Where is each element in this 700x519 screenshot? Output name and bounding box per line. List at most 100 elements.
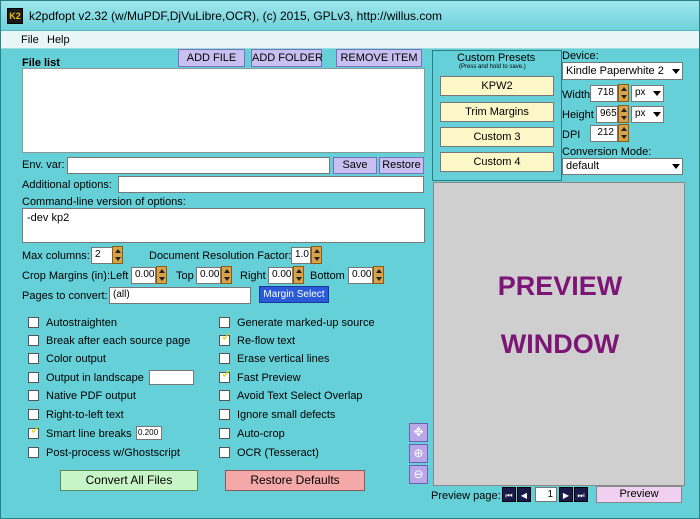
checkbox-box[interactable] (219, 409, 230, 420)
preset-custom4-button[interactable]: Custom 4 (440, 152, 554, 172)
checkbox-label: Break after each source page (46, 335, 191, 347)
conversion-mode-select[interactable]: default (562, 158, 683, 175)
preset-trim-margins-button[interactable]: Trim Margins (440, 102, 554, 122)
additional-options-input[interactable] (118, 176, 424, 193)
checkbox-label: Post-process w/Ghostscript (46, 447, 180, 459)
add-file-button[interactable]: ADD FILE (178, 49, 245, 67)
restore-defaults-button[interactable]: Restore Defaults (225, 470, 365, 491)
zoom-out-icon[interactable]: ⊖ (409, 465, 428, 484)
app-icon: K2 (7, 8, 23, 24)
checkbox-box[interactable] (28, 317, 39, 328)
window-title: k2pdfopt v2.32 (w/MuPDF,DjVuLibre,OCR), … (29, 9, 443, 23)
checkbox-box[interactable] (219, 428, 230, 439)
crop-bottom-label: Bottom (310, 270, 345, 282)
width-label: Width (562, 89, 591, 101)
crop-right-spinner[interactable] (293, 266, 304, 284)
height-unit-select[interactable]: px (631, 106, 664, 123)
checkbox-box[interactable] (28, 353, 39, 364)
checkbox-box[interactable] (28, 372, 39, 383)
checkbox-box[interactable] (219, 447, 230, 458)
preview-page-input[interactable]: 1 (535, 487, 557, 502)
device-select[interactable]: Kindle Paperwhite 2 (562, 62, 683, 80)
crop-right-input[interactable]: 0.00 (268, 267, 293, 284)
preview-page-label: Preview page: (431, 490, 501, 502)
chevron-down-icon (672, 69, 680, 74)
height-input[interactable]: 965 (596, 106, 618, 123)
width-input[interactable]: 718 (590, 85, 618, 102)
width-unit-value: px (635, 87, 646, 98)
cmdline-label: Command-line version of options: (22, 196, 186, 208)
checkbox-box[interactable] (219, 317, 230, 328)
crop-bottom-input[interactable]: 0.00 (348, 267, 373, 284)
crop-bottom-spinner[interactable] (373, 266, 384, 284)
checkbox-box[interactable]: ✓ (28, 423, 41, 439)
checkbox-label: Fast Preview (237, 372, 301, 384)
preview-window[interactable]: PREVIEW WINDOW (433, 182, 685, 486)
first-page-icon[interactable]: ⏮ (502, 487, 516, 502)
presets-title: Custom Presets (457, 52, 536, 64)
device-label: Device: (562, 50, 599, 62)
checkbox-label: Output in landscape (46, 372, 144, 384)
crop-left-spinner[interactable] (156, 266, 167, 284)
cmdline-box[interactable]: -dev kp2 (22, 208, 425, 243)
add-folder-button[interactable]: ADD FOLDER (251, 49, 323, 67)
fit-zoom-icon[interactable]: ✥ (409, 423, 428, 442)
margin-select-button[interactable]: Margin Select (259, 286, 329, 303)
dpi-input[interactable]: 212 (590, 125, 618, 142)
checkbox-box[interactable]: ✓ (219, 367, 232, 383)
checkbox-label: Ignore small defects (237, 409, 336, 421)
device-value: Kindle Paperwhite 2 (566, 65, 664, 77)
checkbox-box[interactable] (28, 390, 39, 401)
smart-line-breaks-value[interactable]: 0.200 (136, 426, 162, 440)
checkbox-label: OCR (Tesseract) (237, 447, 319, 459)
checkbox-box[interactable] (28, 335, 39, 346)
chevron-down-icon (672, 164, 680, 169)
doc-res-input[interactable]: 1.0 (291, 247, 311, 264)
checkbox-box[interactable] (219, 353, 230, 364)
checkbox-box[interactable] (28, 409, 39, 420)
checkbox-label: Generate marked-up source (237, 317, 375, 329)
doc-res-spinner[interactable] (311, 246, 322, 264)
preview-text-line2: WINDOW (500, 329, 620, 359)
restore-button[interactable]: Restore (379, 157, 424, 174)
preset-kpw2-button[interactable]: KPW2 (440, 76, 554, 96)
dpi-spinner[interactable] (618, 124, 629, 142)
width-spinner[interactable] (618, 84, 629, 102)
prev-page-icon[interactable]: ◀ (517, 487, 531, 502)
pages-label: Pages to convert: (22, 290, 108, 302)
max-columns-spinner[interactable] (112, 246, 123, 264)
landscape-pages-input[interactable] (149, 370, 194, 385)
crop-left-input[interactable]: 0.00 (131, 267, 156, 284)
save-button[interactable]: Save (333, 157, 377, 174)
next-page-icon[interactable]: ▶ (559, 487, 573, 502)
additional-options-label: Additional options: (22, 179, 112, 191)
checkbox-box[interactable] (28, 447, 39, 458)
max-columns-label: Max columns: (22, 250, 90, 262)
preview-button[interactable]: Preview (596, 486, 682, 503)
env-var-input[interactable] (67, 157, 330, 174)
menu-file[interactable]: File (21, 34, 39, 46)
checkbox-box[interactable] (219, 390, 230, 401)
max-columns-input[interactable]: 2 (91, 247, 113, 264)
file-list-box[interactable] (22, 68, 425, 153)
height-spinner[interactable] (618, 105, 629, 123)
env-var-label: Env. var: (22, 159, 65, 171)
remove-item-button[interactable]: REMOVE ITEM (336, 49, 422, 67)
checkbox-label: Erase vertical lines (237, 353, 330, 365)
convert-all-button[interactable]: Convert All Files (60, 470, 198, 491)
width-unit-select[interactable]: px (631, 85, 664, 102)
menu-help[interactable]: Help (47, 34, 70, 46)
custom-presets-panel: Custom Presets (Press and hold to save.)… (432, 50, 562, 181)
menu-bar: File Help (1, 31, 699, 49)
checkbox-label: Color output (46, 353, 106, 365)
checkbox-label: Autostraighten (46, 317, 117, 329)
last-page-icon[interactable]: ⏭ (574, 487, 588, 502)
crop-top-spinner[interactable] (221, 266, 232, 284)
checkbox-box[interactable]: ✓ (219, 330, 232, 346)
pages-input[interactable]: (all) (109, 287, 251, 304)
crop-top-input[interactable]: 0.00 (196, 267, 221, 284)
check-mark-icon: ✓ (221, 367, 232, 382)
check-mark-icon: ✓ (221, 330, 232, 345)
preset-custom3-button[interactable]: Custom 3 (440, 127, 554, 147)
zoom-in-icon[interactable]: ⊕ (409, 444, 428, 463)
